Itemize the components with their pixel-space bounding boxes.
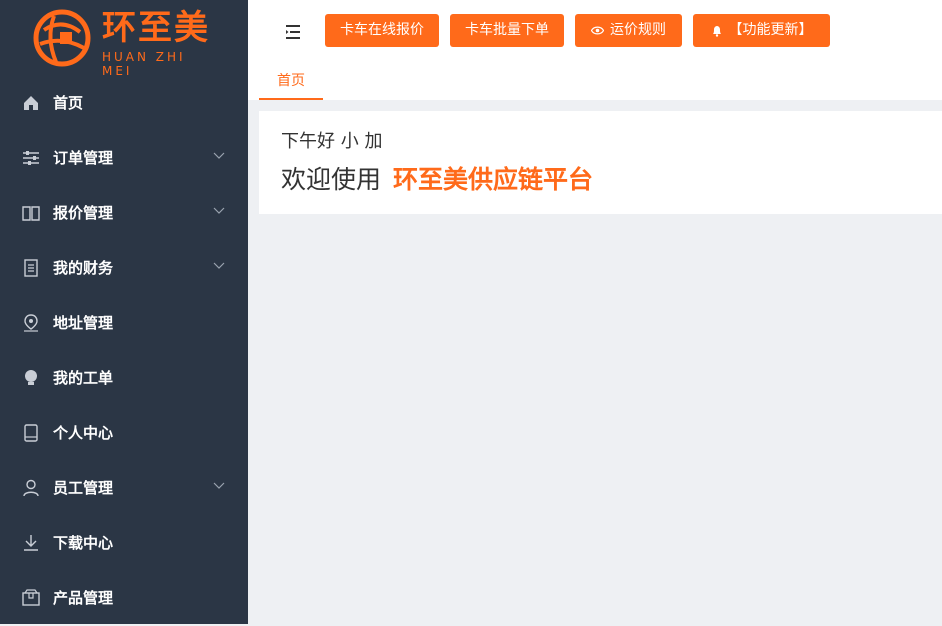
welcome-card: 下午好 小 加 欢迎使用 环至美供应链平台 — [259, 111, 942, 214]
map-pin-icon — [24, 314, 38, 332]
sliders-icon — [23, 151, 39, 165]
sidebar-menu: 首页 订单管理 报价管理 我的财务 地址管理 我的工单 个人中心 员工管理 下载… — [0, 76, 248, 626]
sidebar-item-tickets[interactable]: 我的工单 — [0, 351, 248, 406]
sidebar-item-label: 员工管理 — [53, 479, 114, 497]
truck-quote-button[interactable]: 卡车在线报价 — [325, 14, 439, 47]
feature-update-label: 【功能更新】 — [728, 22, 813, 38]
logo[interactable]: 环至美 HUAN ZHI MEI — [32, 6, 222, 78]
home-icon — [24, 96, 38, 110]
chevron-down-icon — [213, 262, 225, 269]
sidebar-item-label: 我的工单 — [53, 369, 114, 387]
tab-home[interactable]: 首页 — [259, 66, 323, 100]
sidebar-item-quotes[interactable]: 报价管理 — [0, 186, 248, 241]
sidebar-item-label: 报价管理 — [53, 204, 114, 222]
package-icon — [22, 589, 40, 606]
lightbulb-icon — [25, 370, 37, 385]
sidebar-item-label: 个人中心 — [53, 424, 114, 442]
document-icon — [24, 259, 38, 277]
logo-title: 环至美 — [102, 8, 210, 48]
sidebar-item-products[interactable]: 产品管理 — [0, 571, 248, 626]
platform-name: 环至美供应链平台 — [393, 165, 594, 194]
welcome-line: 欢迎使用 环至美供应链平台 — [281, 163, 593, 197]
sidebar-item-staff[interactable]: 员工管理 — [0, 461, 248, 516]
eye-icon — [591, 26, 604, 35]
freight-rules-label: 运价规则 — [610, 22, 666, 38]
sidebar-item-label: 首页 — [53, 94, 84, 112]
sidebar-item-home[interactable]: 首页 — [0, 76, 248, 131]
feature-update-button[interactable]: 【功能更新】 — [693, 14, 830, 47]
sidebar-item-downloads[interactable]: 下载中心 — [0, 516, 248, 571]
chevron-down-icon — [213, 482, 225, 489]
batch-order-button[interactable]: 卡车批量下单 — [450, 14, 564, 47]
sidebar-item-label: 我的财务 — [53, 259, 114, 277]
sidebar-item-label: 下载中心 — [53, 534, 114, 552]
tablet-icon — [24, 424, 38, 442]
download-icon — [24, 535, 38, 551]
globe-logo-icon — [33, 9, 91, 67]
book-icon — [22, 206, 40, 221]
sidebar-item-label: 地址管理 — [53, 314, 114, 332]
chevron-down-icon — [213, 152, 225, 159]
sidebar-item-profile[interactable]: 个人中心 — [0, 406, 248, 461]
sidebar: 环至美 HUAN ZHI MEI 首页 订单管理 报价管理 我的财务 地址管理 — [0, 0, 248, 624]
sidebar-item-label: 订单管理 — [53, 149, 114, 167]
sidebar-item-label: 产品管理 — [53, 589, 114, 607]
menu-collapse-icon[interactable] — [283, 22, 303, 42]
bell-icon — [712, 25, 721, 37]
logo-subtitle: HUAN ZHI MEI — [102, 50, 186, 78]
sidebar-item-orders[interactable]: 订单管理 — [0, 131, 248, 186]
greeting-text: 下午好 小 加 — [281, 131, 383, 152]
welcome-prefix: 欢迎使用 — [281, 165, 382, 194]
sidebar-item-address[interactable]: 地址管理 — [0, 296, 248, 351]
chevron-down-icon — [213, 207, 225, 214]
freight-rules-button[interactable]: 运价规则 — [575, 14, 682, 47]
sidebar-item-finance[interactable]: 我的财务 — [0, 241, 248, 296]
user-icon — [23, 479, 39, 497]
